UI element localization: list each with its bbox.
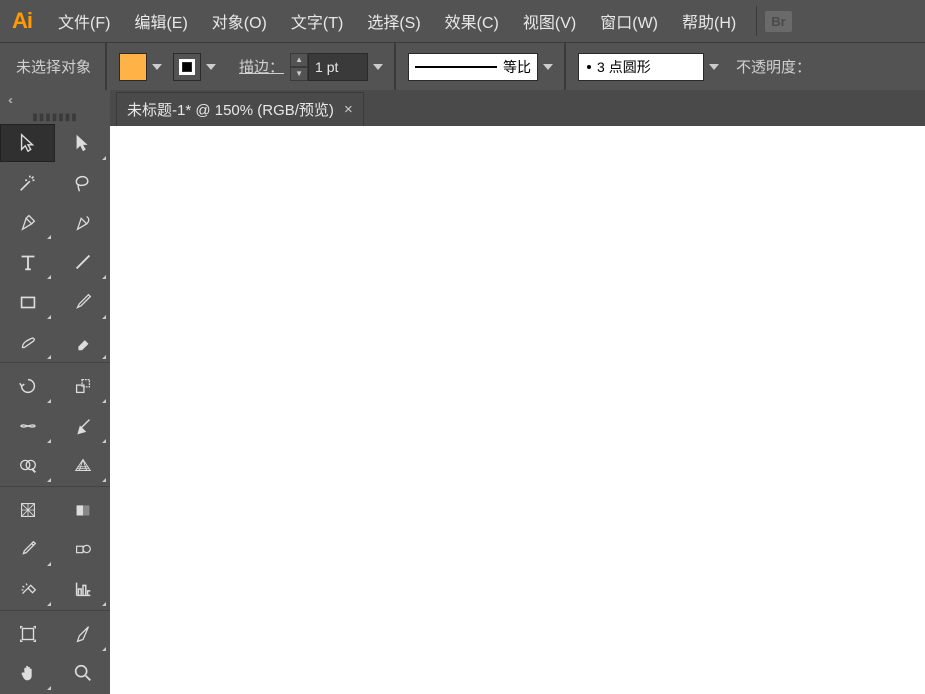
menu-help[interactable]: 帮助(H) <box>670 3 748 39</box>
tools-panel: ‹‹ ▮▮▮▮▮▮▮ <box>0 90 110 694</box>
shaper-tool[interactable] <box>0 323 55 361</box>
opacity-label[interactable]: 不透明度： <box>736 56 811 77</box>
hand-tool[interactable] <box>0 654 55 692</box>
free-transform-tool[interactable] <box>55 407 110 445</box>
brush-dropdown[interactable] <box>704 53 724 81</box>
symbol-sprayer-tool[interactable] <box>0 570 55 608</box>
direct-selection-tool[interactable] <box>55 124 110 162</box>
artboard-tool[interactable] <box>0 615 55 653</box>
menu-edit[interactable]: 编辑(E) <box>122 3 199 39</box>
menubar: Ai 文件(F) 编辑(E) 对象(O) 文字(T) 选择(S) 效果(C) 视… <box>0 0 925 42</box>
curvature-tool[interactable] <box>55 203 110 241</box>
pen-tool[interactable] <box>0 203 55 241</box>
stroke-down-button[interactable]: ▼ <box>290 67 308 81</box>
panel-collapse-handle[interactable]: ‹‹ <box>0 90 110 110</box>
zoom-tool[interactable] <box>55 654 110 692</box>
menu-file[interactable]: 文件(F) <box>46 3 122 39</box>
type-tool[interactable] <box>0 243 55 281</box>
stroke-weight-field[interactable] <box>308 53 368 81</box>
stroke-color-swatch[interactable] <box>173 53 201 81</box>
scale-tool[interactable] <box>55 367 110 405</box>
bridge-badge[interactable]: Br <box>765 11 791 32</box>
control-bar: 未选择对象 描边： ▲ ▼ 等比 3 点圆形 不透明度： <box>0 42 925 90</box>
selection-tool[interactable] <box>0 124 55 162</box>
panel-grip[interactable]: ▮▮▮▮▮▮▮ <box>0 110 110 124</box>
eyedropper-tool[interactable] <box>0 530 55 568</box>
canvas[interactable] <box>110 126 925 694</box>
mesh-tool[interactable] <box>0 491 55 529</box>
menu-effect[interactable]: 效果(C) <box>433 3 511 39</box>
profile-label: 等比 <box>503 57 531 77</box>
document-area: 未标题-1* @ 150% (RGB/预览) × <box>110 90 925 694</box>
stroke-up-button[interactable]: ▲ <box>290 53 308 67</box>
menu-select[interactable]: 选择(S) <box>355 3 432 39</box>
tab-close-button[interactable]: × <box>344 101 353 118</box>
eraser-tool[interactable] <box>55 323 110 361</box>
rectangle-tool[interactable] <box>0 283 55 321</box>
menu-view[interactable]: 视图(V) <box>511 3 588 39</box>
app-logo: Ai <box>8 8 46 34</box>
lasso-tool[interactable] <box>55 164 110 202</box>
tab-title: 未标题-1* @ 150% (RGB/预览) <box>127 99 334 120</box>
fill-color-swatch[interactable] <box>119 53 147 81</box>
selection-status: 未选择对象 <box>8 43 99 90</box>
gradient-tool[interactable] <box>55 491 110 529</box>
stroke-weight-dropdown[interactable] <box>368 53 388 81</box>
menu-type[interactable]: 文字(T) <box>279 3 355 39</box>
stroke-weight-input[interactable]: ▲ ▼ <box>290 53 388 81</box>
magic-wand-tool[interactable] <box>0 164 55 202</box>
menu-divider <box>756 6 757 36</box>
tab-bar: 未标题-1* @ 150% (RGB/预览) × <box>110 90 925 126</box>
fill-color-dropdown[interactable] <box>147 53 167 81</box>
profile-dropdown[interactable] <box>538 53 558 81</box>
width-tool[interactable] <box>0 407 55 445</box>
brush-definition[interactable]: 3 点圆形 <box>578 53 704 81</box>
blend-tool[interactable] <box>55 530 110 568</box>
shape-builder-tool[interactable] <box>0 446 55 484</box>
brush-label: 3 点圆形 <box>597 57 651 77</box>
variable-width-profile[interactable]: 等比 <box>408 53 538 81</box>
menu-object[interactable]: 对象(O) <box>200 3 279 39</box>
column-graph-tool[interactable] <box>55 570 110 608</box>
stroke-color-dropdown[interactable] <box>201 53 221 81</box>
line-tool[interactable] <box>55 243 110 281</box>
document-tab[interactable]: 未标题-1* @ 150% (RGB/预览) × <box>116 92 364 126</box>
paintbrush-tool[interactable] <box>55 283 110 321</box>
menu-window[interactable]: 窗口(W) <box>588 3 670 39</box>
stroke-label[interactable]: 描边： <box>239 56 284 77</box>
perspective-grid-tool[interactable] <box>55 446 110 484</box>
rotate-tool[interactable] <box>0 367 55 405</box>
slice-tool[interactable] <box>55 615 110 653</box>
